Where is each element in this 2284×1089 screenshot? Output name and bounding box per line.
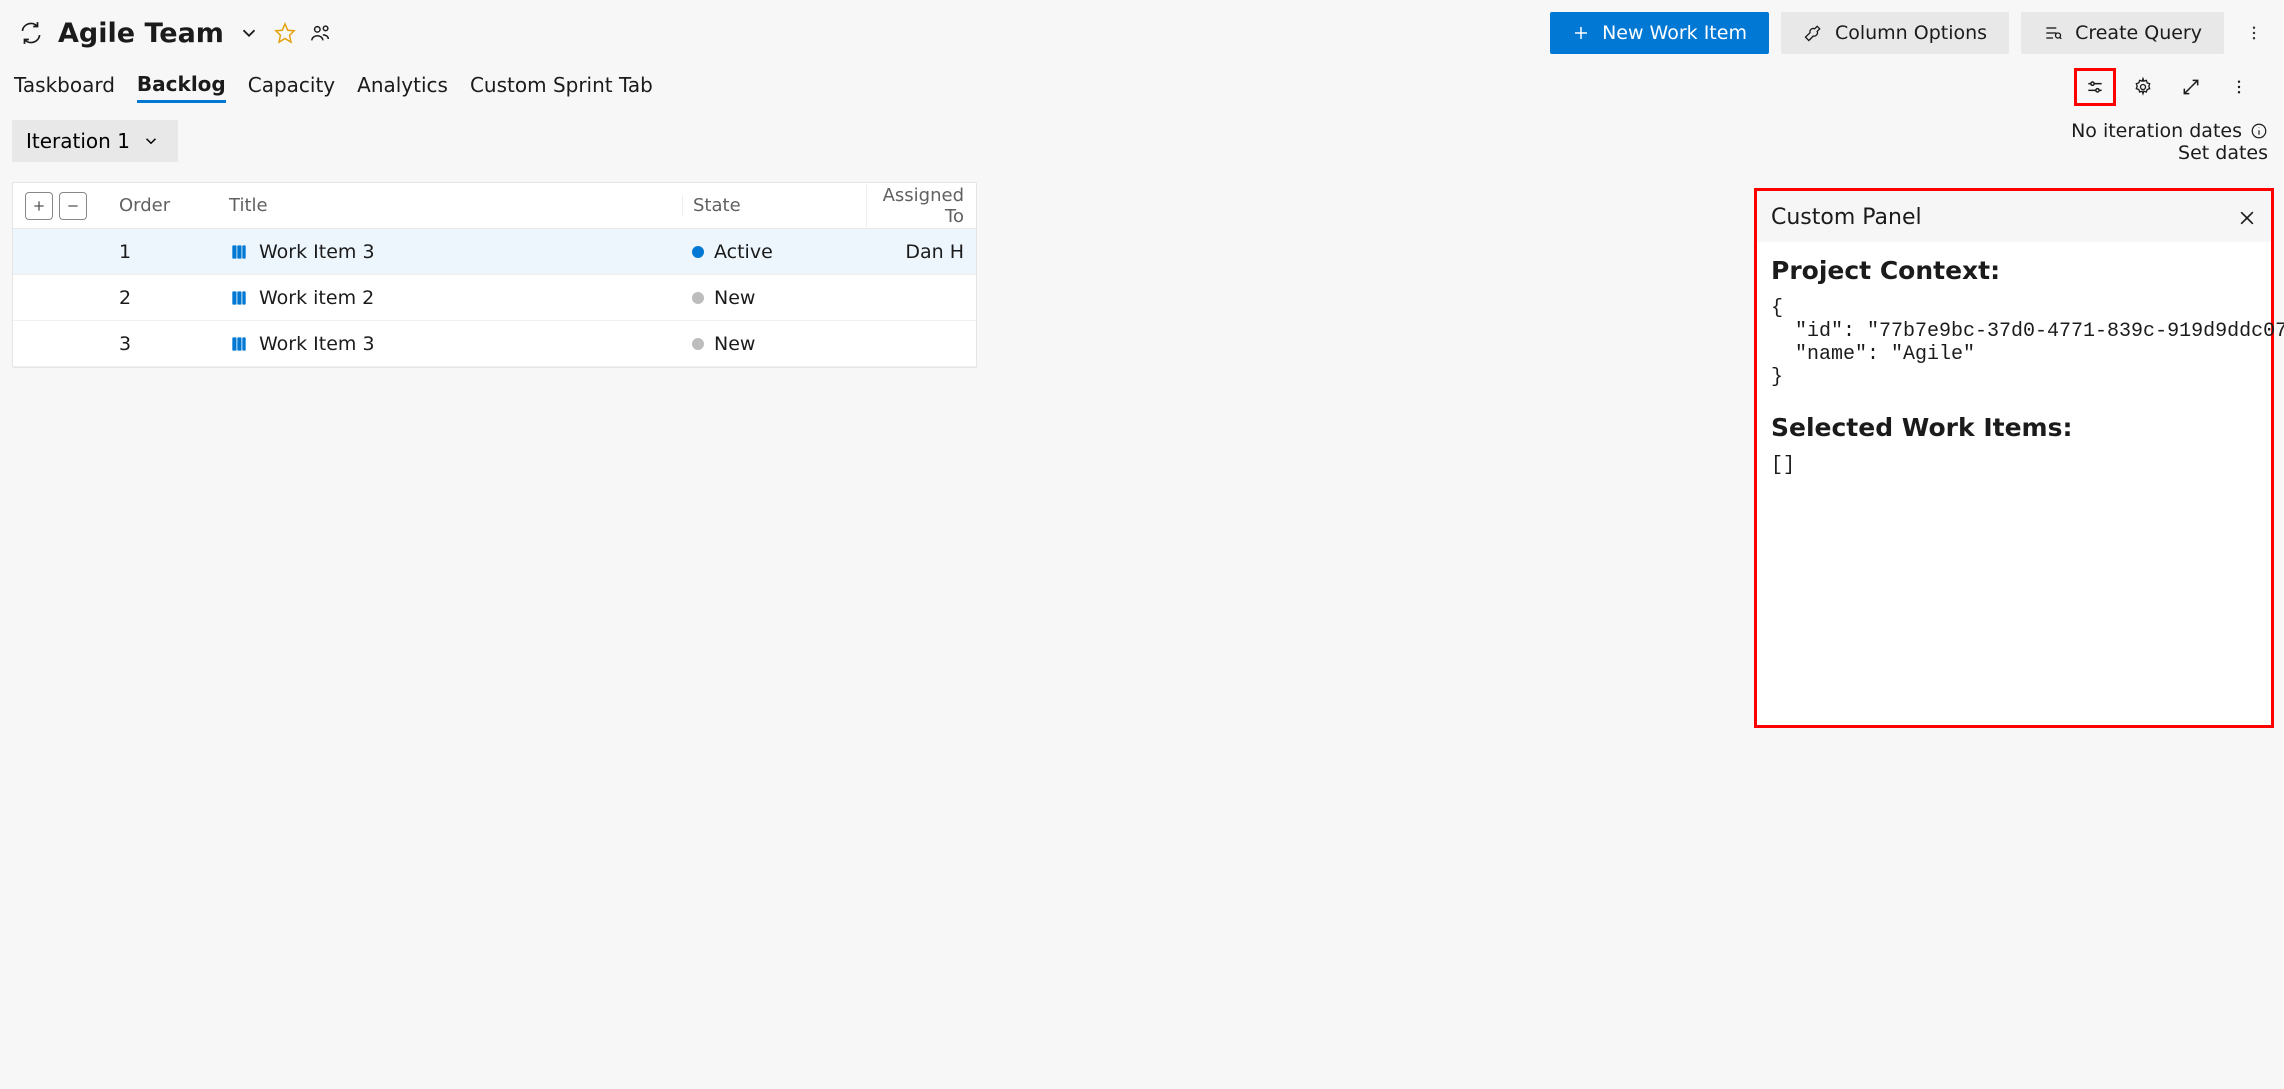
create-query-label: Create Query: [2075, 22, 2202, 44]
new-work-item-label: New Work Item: [1602, 22, 1747, 44]
header: Agile Team New Wor: [6, 12, 2278, 60]
col-header-state[interactable]: State: [682, 195, 866, 216]
cell-state: Active: [682, 241, 866, 263]
cell-order: 2: [109, 287, 219, 309]
cell-title-text: Work Item 3: [259, 241, 375, 263]
tab-custom-sprint[interactable]: Custom Sprint Tab: [470, 73, 653, 101]
plus-icon: [1572, 24, 1590, 42]
cell-order: 3: [109, 333, 219, 355]
panel-selected-json: []: [1771, 454, 2257, 477]
col-header-assigned[interactable]: Assigned To: [866, 185, 976, 227]
new-work-item-button[interactable]: New Work Item: [1550, 12, 1769, 54]
custom-panel: Custom Panel Project Context: { "id": "7…: [1754, 188, 2274, 728]
chevron-down-icon[interactable]: [238, 22, 260, 44]
cell-order: 1: [109, 241, 219, 263]
collapse-all-button[interactable]: [59, 192, 87, 220]
book-icon: [229, 288, 249, 308]
book-icon: [229, 334, 249, 354]
tab-capacity[interactable]: Capacity: [248, 73, 335, 101]
state-dot-icon: [692, 338, 704, 350]
cell-title[interactable]: Work Item 3: [219, 241, 682, 263]
iteration-selector[interactable]: Iteration 1: [12, 120, 178, 162]
query-icon: [2043, 23, 2063, 43]
info-icon[interactable]: [2250, 122, 2268, 140]
cell-title[interactable]: Work Item 3: [219, 333, 682, 355]
no-iteration-dates: No iteration dates: [2071, 120, 2242, 142]
col-header-order[interactable]: Order: [109, 195, 219, 216]
cell-title-text: Work Item 3: [259, 333, 375, 355]
backlog-table: Order Title State Assigned To 1 Work Item…: [12, 182, 977, 368]
book-icon: [229, 242, 249, 262]
table-row[interactable]: 3 Work Item 3 New: [13, 321, 976, 367]
people-icon[interactable]: [310, 22, 332, 44]
star-icon[interactable]: [274, 22, 296, 44]
create-query-button[interactable]: Create Query: [2021, 12, 2224, 54]
state-dot-icon: [692, 292, 704, 304]
panel-project-json: { "id": "77b7e9bc-37d0-4771-839c-919d9dd…: [1771, 297, 2257, 389]
col-header-title[interactable]: Title: [219, 195, 682, 216]
recycle-icon: [18, 20, 44, 46]
cell-title-text: Work item 2: [259, 287, 374, 309]
fullscreen-icon[interactable]: [2170, 68, 2212, 106]
expand-all-button[interactable]: [25, 192, 53, 220]
tab-backlog[interactable]: Backlog: [137, 72, 226, 103]
filter-icon[interactable]: [2074, 68, 2116, 106]
column-options-label: Column Options: [1835, 22, 1987, 44]
table-row[interactable]: 2 Work item 2 New: [13, 275, 976, 321]
team-name: Agile Team: [58, 18, 224, 49]
cell-state: New: [682, 287, 866, 309]
wrench-icon: [1803, 23, 1823, 43]
close-icon[interactable]: [2237, 208, 2257, 228]
tabs: Taskboard Backlog Capacity Analytics Cus…: [6, 60, 2278, 110]
iteration-label: Iteration 1: [26, 129, 130, 153]
cell-state: New: [682, 333, 866, 355]
panel-title: Custom Panel: [1771, 205, 2237, 230]
panel-project-heading: Project Context:: [1771, 256, 2257, 285]
column-options-button[interactable]: Column Options: [1781, 12, 2009, 54]
more-icon[interactable]: [2236, 15, 2272, 51]
panel-selected-heading: Selected Work Items:: [1771, 413, 2257, 442]
cell-title[interactable]: Work item 2: [219, 287, 682, 309]
tab-analytics[interactable]: Analytics: [357, 73, 448, 101]
gear-icon[interactable]: [2122, 68, 2164, 106]
cell-assigned: Dan H: [866, 241, 976, 263]
tab-taskboard[interactable]: Taskboard: [14, 73, 115, 101]
set-dates-link[interactable]: Set dates: [2071, 142, 2268, 164]
more-icon-secondary[interactable]: [2218, 68, 2260, 106]
table-header: Order Title State Assigned To: [13, 183, 976, 229]
state-dot-icon: [692, 246, 704, 258]
table-row[interactable]: 1 Work Item 3 ActiveDan H: [13, 229, 976, 275]
